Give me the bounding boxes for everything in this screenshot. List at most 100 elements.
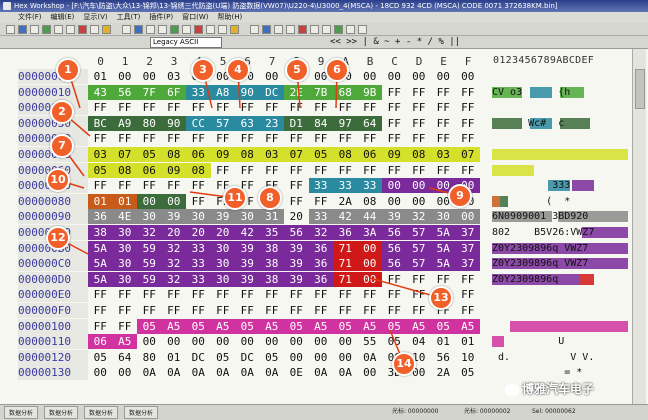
byte-cell[interactable]: 00 — [113, 69, 138, 84]
byte-cell[interactable]: 00 — [113, 365, 138, 380]
toolbar-button-16[interactable] — [206, 25, 215, 34]
byte-cell[interactable]: FF — [407, 85, 432, 100]
toolbar-button-15[interactable] — [194, 25, 203, 34]
byte-cell[interactable]: FF — [284, 163, 309, 178]
byte-cell[interactable]: FF — [382, 131, 407, 146]
byte-cell[interactable]: FF — [113, 303, 138, 318]
toolbar-button-27[interactable] — [346, 25, 355, 34]
byte-cell[interactable]: FF — [358, 100, 383, 115]
byte-cell[interactable]: 57 — [406, 256, 431, 272]
byte-cell[interactable]: 39 — [284, 271, 309, 287]
toolbar-button-24[interactable] — [310, 25, 319, 34]
byte-cell[interactable]: FF — [456, 100, 481, 115]
toolbar-button-13[interactable] — [170, 25, 179, 34]
toolbar-button-22[interactable] — [286, 25, 295, 34]
byte-cell[interactable]: 20 — [161, 225, 186, 240]
byte-cell[interactable]: 57 — [210, 115, 235, 131]
byte-cell[interactable]: FF — [162, 287, 187, 302]
byte-cell[interactable]: 00 — [357, 271, 382, 287]
byte-cell[interactable]: A5 — [259, 318, 284, 334]
ascii-row[interactable] — [492, 147, 630, 162]
ascii-row[interactable]: Z0Y2309896q VWZ7 — [492, 256, 630, 271]
byte-cell[interactable]: FF — [382, 303, 407, 318]
byte-cell[interactable]: 05 — [284, 318, 309, 334]
byte-cell[interactable]: 56 — [112, 84, 137, 100]
status-tab-0[interactable]: 数据分析 — [4, 406, 39, 419]
byte-cell[interactable]: 00 — [456, 69, 481, 84]
byte-cell[interactable]: FF — [113, 131, 138, 146]
byte-cell[interactable]: FF — [382, 100, 407, 115]
byte-cell[interactable]: FF — [211, 303, 236, 318]
byte-cell[interactable]: 30 — [210, 240, 235, 256]
byte-cell[interactable]: FF — [260, 100, 285, 115]
byte-cell[interactable]: 06 — [186, 147, 211, 162]
byte-cell[interactable]: 07 — [455, 147, 480, 162]
byte-cell[interactable]: 56 — [382, 256, 407, 272]
byte-cell[interactable]: 37 — [455, 240, 480, 256]
byte-cell[interactable]: 01 — [112, 193, 137, 209]
byte-cell[interactable]: 00 — [382, 178, 407, 194]
byte-cell[interactable]: 2A — [333, 194, 358, 209]
byte-cell[interactable]: FF — [407, 303, 432, 318]
byte-cell[interactable]: 30 — [210, 271, 235, 287]
byte-cell[interactable]: 0A — [235, 365, 260, 380]
byte-cell[interactable]: 00 — [358, 69, 383, 84]
byte-cell[interactable]: FF — [309, 303, 334, 318]
byte-cell[interactable]: 00 — [333, 350, 358, 365]
byte-cell[interactable]: FF — [211, 131, 236, 146]
byte-cell[interactable]: 32 — [161, 240, 186, 256]
status-tab-3[interactable]: 数据分析 — [124, 406, 159, 419]
byte-cell[interactable]: FF — [284, 178, 309, 193]
byte-cell[interactable]: 6F — [161, 84, 186, 100]
byte-cell[interactable]: 05 — [211, 350, 236, 365]
byte-cell[interactable]: DC — [235, 350, 260, 365]
byte-cell[interactable]: 33 — [186, 271, 211, 287]
byte-cell[interactable]: FF — [113, 287, 138, 302]
byte-cell[interactable]: A5 — [308, 318, 333, 334]
byte-cell[interactable]: FF — [260, 163, 285, 178]
byte-cell[interactable]: 80 — [137, 350, 162, 365]
byte-cell[interactable]: 43 — [88, 84, 113, 100]
byte-cell[interactable]: A5 — [406, 318, 431, 334]
byte-cell[interactable]: FF — [407, 272, 432, 287]
byte-cell[interactable]: 30 — [235, 209, 260, 225]
byte-cell[interactable]: 08 — [161, 147, 186, 162]
ascii-row[interactable]: d. V V. — [492, 350, 630, 365]
byte-cell[interactable]: 36 — [308, 256, 333, 272]
toolbar-button-14[interactable] — [182, 25, 191, 34]
byte-cell[interactable]: FF — [382, 272, 407, 287]
byte-cell[interactable]: 5A — [431, 225, 456, 240]
ascii-row[interactable]: Wc# c — [492, 116, 630, 131]
byte-cell[interactable]: 00 — [333, 334, 358, 349]
byte-cell[interactable]: 08 — [186, 162, 211, 178]
byte-cell[interactable]: 00 — [309, 334, 334, 349]
toolbar-button-17[interactable] — [218, 25, 227, 34]
byte-cell[interactable]: 30 — [112, 271, 137, 287]
byte-cell[interactable]: 05 — [88, 162, 113, 178]
byte-cell[interactable]: 0A — [333, 365, 358, 380]
toolbar-button-28[interactable] — [358, 25, 367, 34]
byte-cell[interactable]: FF — [260, 131, 285, 146]
byte-cell[interactable]: 38 — [259, 256, 284, 272]
byte-cell[interactable]: 01 — [431, 334, 456, 349]
toolbar-button-10[interactable] — [134, 25, 143, 34]
byte-cell[interactable]: 00 — [406, 178, 431, 194]
byte-cell[interactable]: 37 — [455, 256, 480, 272]
byte-cell[interactable]: 00 — [162, 334, 187, 349]
byte-cell[interactable]: FF — [333, 287, 358, 302]
byte-cell[interactable]: 06 — [137, 162, 162, 178]
byte-cell[interactable]: FF — [88, 100, 113, 115]
byte-cell[interactable]: 06 — [88, 334, 113, 350]
byte-cell[interactable]: 01 — [162, 350, 187, 365]
byte-cell[interactable]: 7B — [308, 84, 333, 100]
toolbar-button-21[interactable] — [274, 25, 283, 34]
byte-cell[interactable]: 20 — [186, 225, 211, 240]
byte-cell[interactable]: 30 — [210, 256, 235, 272]
scrollbar-thumb[interactable] — [635, 69, 645, 109]
byte-cell[interactable]: FF — [260, 287, 285, 302]
byte-cell[interactable]: 08 — [112, 162, 137, 178]
byte-cell[interactable]: FF — [284, 194, 309, 209]
byte-cell[interactable]: FF — [186, 194, 211, 209]
toolbar-button-18[interactable] — [230, 25, 239, 34]
menu-item-3[interactable]: 工具(T) — [117, 12, 141, 23]
